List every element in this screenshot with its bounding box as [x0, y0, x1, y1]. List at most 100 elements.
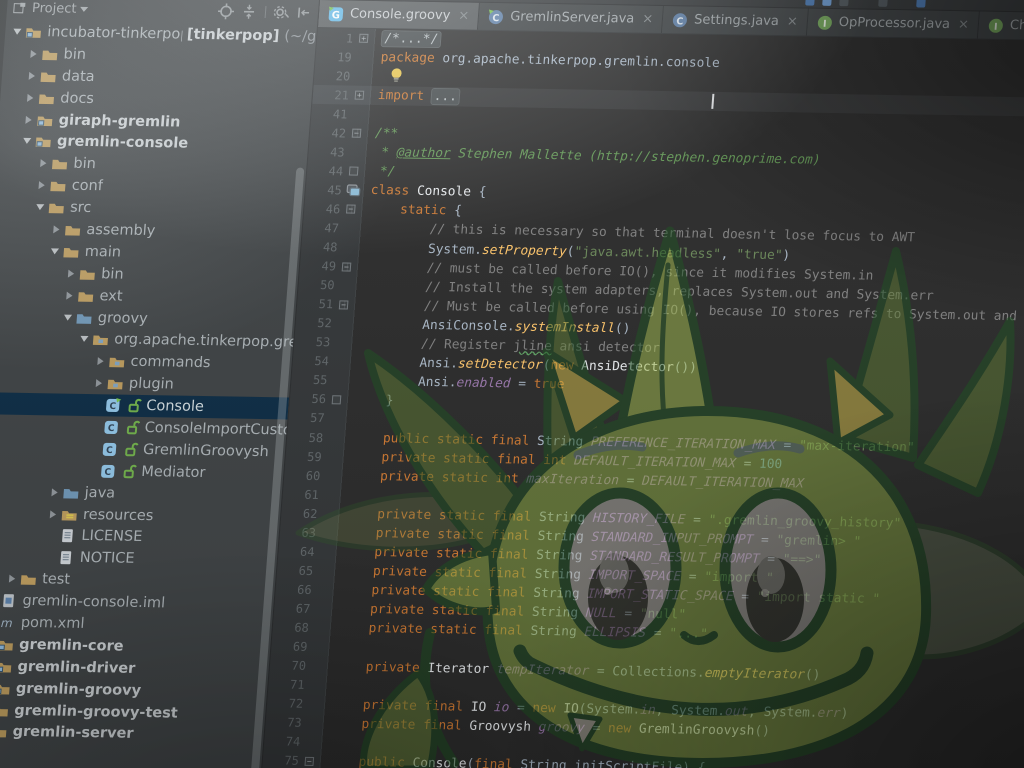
line-number[interactable]: 41: [311, 107, 348, 122]
code-token: [346, 507, 378, 523]
fold-marker-minus[interactable]: −: [346, 129, 368, 138]
expanded-arrow-icon[interactable]: [60, 314, 76, 320]
line-number[interactable]: 59: [285, 449, 322, 464]
expanded-arrow-icon[interactable]: [19, 138, 35, 144]
line-number[interactable]: 1: [317, 30, 354, 45]
tab-gremlinserver-java[interactable]: CGremlinServer.java×: [478, 3, 664, 33]
collapsed-arrow-icon[interactable]: [48, 225, 65, 233]
toolbar-icon[interactable]: [822, 0, 832, 6]
tree-item-gremlin-server[interactable]: gremlin-server: [0, 720, 264, 747]
line-number[interactable]: 72: [267, 696, 304, 711]
code-token: GremlinGroovysh: [638, 721, 755, 738]
line-number[interactable]: 67: [274, 601, 311, 616]
line-number[interactable]: 49: [299, 259, 336, 274]
line-number[interactable]: 65: [277, 563, 314, 578]
line-number[interactable]: 20: [314, 69, 351, 84]
intention-bulb-icon[interactable]: [389, 67, 404, 87]
fold-marker-end[interactable]: [343, 167, 365, 176]
settings-icon[interactable]: [272, 4, 289, 20]
line-number[interactable]: 70: [269, 658, 306, 673]
line-number[interactable]: 48: [301, 240, 338, 255]
code-token: =: [753, 533, 777, 548]
line-number[interactable]: 54: [292, 354, 329, 369]
groovy-class-icon: C: [100, 463, 118, 479]
tab-opprocessor-java[interactable]: IOpProcessor.java×: [807, 9, 980, 39]
line-number[interactable]: 64: [278, 544, 315, 559]
collapsed-arrow-icon[interactable]: [92, 357, 109, 365]
locate-icon[interactable]: [217, 3, 234, 19]
tab-close-icon[interactable]: ×: [786, 14, 798, 29]
line-number[interactable]: 46: [304, 202, 341, 217]
code-token: =: [735, 456, 759, 471]
expanded-arrow-icon[interactable]: [47, 248, 63, 254]
collapsed-arrow-icon[interactable]: [24, 72, 41, 80]
collapsed-arrow-icon[interactable]: [20, 115, 37, 123]
toolbar-icon[interactable]: [878, 0, 888, 7]
line-number[interactable]: 45: [305, 183, 342, 198]
tab-close-icon[interactable]: ×: [642, 12, 654, 27]
fold-marker-minus[interactable]: −: [333, 300, 355, 309]
collapsed-arrow-icon[interactable]: [33, 181, 50, 189]
toolbar-icon[interactable]: [805, 0, 815, 6]
code-editor[interactable]: 1+/*...*/19package org.apache.tinkerpop.…: [255, 28, 1024, 768]
line-number[interactable]: 73: [265, 715, 302, 730]
line-number[interactable]: 44: [307, 164, 344, 179]
code-token: "import ": [704, 570, 774, 586]
line-number[interactable]: 75: [262, 753, 299, 768]
line-number[interactable]: 56: [289, 392, 326, 407]
line-number[interactable]: 19: [315, 50, 352, 65]
toolbar-icon[interactable]: [839, 0, 849, 6]
line-number[interactable]: 21: [312, 88, 349, 103]
collapsed-arrow-icon[interactable]: [63, 269, 80, 277]
line-number[interactable]: 52: [295, 316, 332, 331]
tab-close-icon[interactable]: ×: [458, 8, 470, 23]
expanded-arrow-icon[interactable]: [32, 204, 48, 210]
tab-settings-java[interactable]: CSettings.java×: [662, 6, 809, 35]
hide-panel-icon[interactable]: [295, 5, 312, 21]
collapsed-arrow-icon[interactable]: [91, 379, 108, 387]
line-number[interactable]: 50: [298, 278, 335, 293]
line-number[interactable]: 53: [294, 335, 331, 350]
collapsed-arrow-icon[interactable]: [25, 50, 42, 58]
collapsed-arrow-icon[interactable]: [22, 93, 39, 101]
collapsed-arrow-icon[interactable]: [45, 510, 62, 518]
line-number[interactable]: 58: [287, 430, 324, 445]
line-number[interactable]: 66: [275, 582, 312, 597]
line-number[interactable]: 47: [302, 221, 339, 236]
module-folder-icon: [0, 658, 13, 674]
tab-channelizer-java[interactable]: IChannelizer.java×: [978, 12, 1024, 42]
line-number[interactable]: 69: [271, 639, 308, 654]
collapsed-arrow-icon[interactable]: [46, 488, 63, 496]
fold-marker-minus[interactable]: −: [340, 205, 362, 214]
line-number[interactable]: 42: [310, 126, 347, 141]
toolbar-icon[interactable]: [916, 0, 926, 8]
text-caret: [711, 94, 714, 109]
tab-close-icon[interactable]: ×: [957, 17, 969, 32]
fold-marker-minus[interactable]: −: [336, 262, 358, 271]
line-number[interactable]: 55: [291, 373, 328, 388]
line-number[interactable]: 74: [264, 734, 301, 749]
tab-console-groovy[interactable]: GConsole.groovy×: [318, 0, 480, 30]
collapsed-arrow-icon[interactable]: [4, 575, 21, 583]
collapsed-arrow-icon[interactable]: [61, 291, 78, 299]
fold-marker-minus[interactable]: −: [298, 757, 320, 766]
line-number[interactable]: 71: [268, 677, 305, 692]
fold-marker-plus[interactable]: +: [349, 91, 371, 100]
line-number[interactable]: 61: [282, 487, 319, 502]
fold-marker-end[interactable]: [326, 395, 348, 404]
line-number[interactable]: 68: [272, 620, 309, 635]
line-number[interactable]: 60: [284, 468, 321, 483]
expanded-arrow-icon[interactable]: [9, 29, 25, 35]
panel-title-dropdown-icon[interactable]: [80, 6, 88, 11]
line-number[interactable]: 57: [288, 411, 325, 426]
fold-marker-plus[interactable]: +: [353, 34, 375, 43]
expanded-arrow-icon[interactable]: [76, 336, 92, 342]
collapsed-arrow-icon[interactable]: [35, 159, 52, 167]
collapse-all-icon[interactable]: [240, 4, 257, 20]
line-number[interactable]: 43: [308, 145, 345, 160]
code-token: *: [373, 145, 397, 160]
line-number[interactable]: 62: [281, 506, 318, 521]
line-number[interactable]: 51: [297, 297, 334, 312]
line-number[interactable]: 63: [279, 525, 316, 540]
code-token: /**: [374, 126, 398, 141]
